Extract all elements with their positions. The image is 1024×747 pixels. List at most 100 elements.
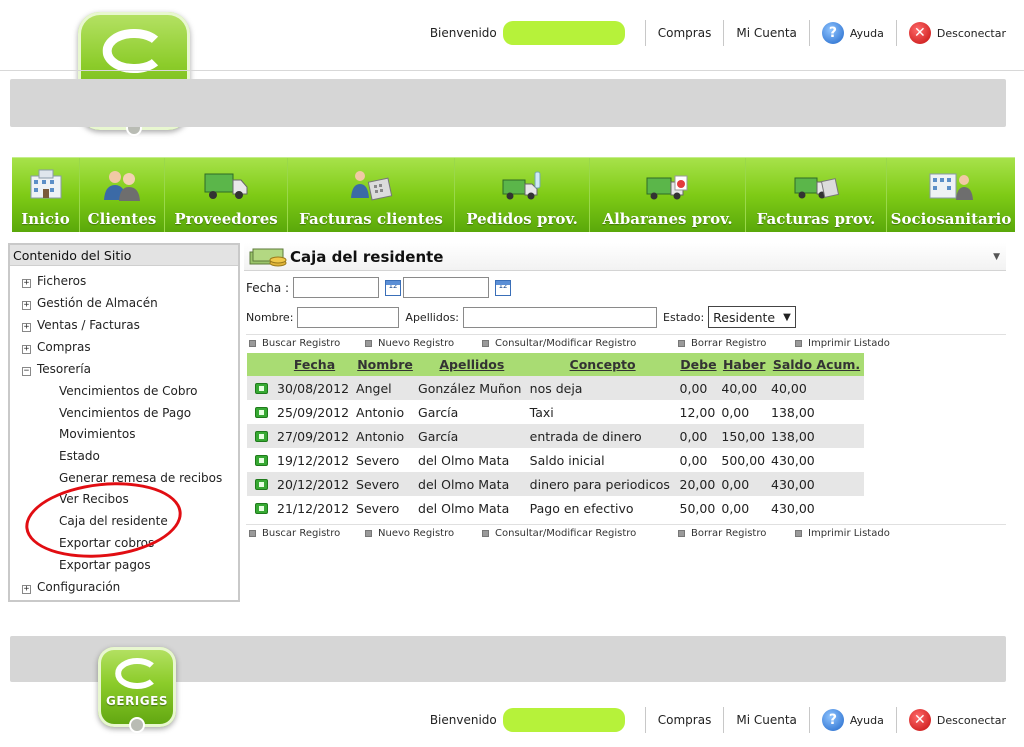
borrar-registro-button[interactable]: Borrar Registro <box>678 528 766 539</box>
table-row[interactable]: 20/12/2012 Severo del Olmo Mata dinero p… <box>247 472 864 496</box>
logout-icon[interactable]: ✕ <box>908 709 931 731</box>
panel-menu-caret[interactable]: ▼ <box>993 252 1000 262</box>
column-header-saldo[interactable]: Saldo Acum. <box>769 353 864 376</box>
sidebar-item-exportar-pagos[interactable]: Exportar pagos <box>59 556 151 574</box>
help-icon[interactable]: ? <box>821 709 844 731</box>
cell-haber: 0,00 <box>721 404 750 420</box>
imprimir-listado-button[interactable]: Imprimir Listado <box>795 338 890 349</box>
sidebar-item-vencimientos-cobro[interactable]: Vencimientos de Cobro <box>59 382 198 400</box>
expand-toggle[interactable]: + <box>22 301 31 310</box>
buscar-registro-button[interactable]: Buscar Registro <box>249 528 340 539</box>
row-select-cell[interactable] <box>247 376 275 400</box>
row-select-cell[interactable] <box>247 472 275 496</box>
truck-bottles-icon <box>502 171 541 200</box>
action-bullet-icon <box>678 530 685 537</box>
sidebar-item-compras[interactable]: + Compras <box>22 338 91 356</box>
mi-cuenta-link[interactable]: Mi Cuenta <box>736 713 797 727</box>
separator <box>723 707 725 733</box>
buscar-registro-button[interactable]: Buscar Registro <box>249 338 340 349</box>
consultar-registro-button[interactable]: Consultar/Modificar Registro <box>482 338 636 349</box>
building-icon <box>30 169 61 199</box>
expand-toggle[interactable]: + <box>22 585 31 594</box>
nav-item-facturas-clientes[interactable]: Facturas clientes <box>288 158 455 232</box>
compras-link[interactable]: Compras <box>658 26 712 40</box>
ayuda-link[interactable]: Ayuda <box>850 27 884 40</box>
sidebar-item-exportar-cobros[interactable]: Exportar cobros <box>59 534 154 552</box>
nuevo-registro-button[interactable]: Nuevo Registro <box>365 528 454 539</box>
sidebar-item-tesoreria[interactable]: − Tesorería <box>22 360 91 378</box>
nav-item-proveedores[interactable]: Proveedores <box>165 158 288 232</box>
fecha-hasta-input[interactable] <box>403 277 490 298</box>
sidebar-item-ventas-facturas[interactable]: + Ventas / Facturas <box>22 316 140 334</box>
expand-toggle[interactable]: + <box>22 345 31 354</box>
cell-saldo: 40,00 <box>769 376 864 400</box>
estado-select[interactable]: Residente ▼ <box>708 306 796 328</box>
sidebar-item-caja-residente[interactable]: Caja del residente <box>59 512 168 530</box>
calendar-icon[interactable]: 12 <box>385 279 402 296</box>
collapse-toggle[interactable]: − <box>22 367 31 376</box>
cell-debe: 0,00 <box>677 376 720 400</box>
cell-nombre: Severo <box>354 472 417 496</box>
sidebar-item-estado[interactable]: Estado <box>59 447 100 465</box>
column-header-fecha[interactable]: Fecha <box>275 353 355 376</box>
table-row[interactable]: 19/12/2012 Severo del Olmo Mata Saldo in… <box>247 448 864 472</box>
nav-label: Facturas clientes <box>299 210 443 228</box>
separator <box>895 20 897 46</box>
nav-item-sociosanitario[interactable]: Sociosanitario <box>887 158 1015 232</box>
row-select-icon[interactable] <box>254 454 268 466</box>
row-select-icon[interactable] <box>254 502 268 514</box>
row-select-icon[interactable] <box>254 478 268 490</box>
sidebar-item-ver-recibos[interactable]: Ver Recibos <box>59 490 129 508</box>
row-select-cell[interactable] <box>247 400 275 424</box>
fecha-desde-input[interactable] <box>293 277 380 298</box>
row-select-icon[interactable] <box>254 382 268 394</box>
desconectar-link[interactable]: Desconectar <box>937 714 1006 727</box>
column-header-haber[interactable]: Haber <box>719 353 769 376</box>
row-select-cell[interactable] <box>247 496 275 520</box>
nombre-input[interactable] <box>297 306 400 328</box>
nav-item-inicio[interactable]: Inicio <box>12 158 80 232</box>
sidebar-item-vencimientos-pago[interactable]: Vencimientos de Pago <box>59 404 191 422</box>
sidebar-item-label: Vencimientos de Pago <box>59 406 192 420</box>
borrar-registro-button[interactable]: Borrar Registro <box>678 338 766 349</box>
sidebar-item-movimientos[interactable]: Movimientos <box>59 425 135 443</box>
compras-link[interactable]: Compras <box>658 713 712 727</box>
row-select-icon[interactable] <box>254 406 268 418</box>
nuevo-registro-button[interactable]: Nuevo Registro <box>365 338 454 349</box>
sidebar-title: Contenido del Sitio <box>10 245 238 266</box>
mi-cuenta-link[interactable]: Mi Cuenta <box>736 26 797 40</box>
sidebar-item-ficheros[interactable]: + Ficheros <box>22 272 86 290</box>
sidebar-item-generar-remesa[interactable]: Generar remesa de recibos <box>59 469 222 487</box>
table-row[interactable]: 27/09/2012 Antonio García entrada de din… <box>247 424 864 448</box>
sidebar-item-configuracion[interactable]: + Configuración <box>22 578 120 596</box>
imprimir-listado-button[interactable]: Imprimir Listado <box>795 528 890 539</box>
consultar-registro-button[interactable]: Consultar/Modificar Registro <box>482 528 636 539</box>
column-header-nombre[interactable]: Nombre <box>354 353 417 376</box>
row-select-cell[interactable] <box>247 448 275 472</box>
sidebar-item-gestion-almacen[interactable]: + Gestión de Almacén <box>22 294 158 312</box>
column-header-apellidos[interactable]: Apellidos <box>416 353 528 376</box>
table-row[interactable]: 21/12/2012 Severo del Olmo Mata Pago en … <box>247 496 864 520</box>
nav-label: Sociosanitario <box>890 210 1012 228</box>
column-header-concepto[interactable]: Concepto <box>527 353 678 376</box>
welcome-area: Bienvenido <box>430 21 625 45</box>
desconectar-link[interactable]: Desconectar <box>937 27 1006 40</box>
nav-item-pedidos-prov[interactable]: Pedidos prov. <box>455 158 590 232</box>
table-row[interactable]: 30/08/2012 Angel González Muñon nos deja… <box>247 376 864 400</box>
nav-item-albaranes-prov[interactable]: Albaranes prov. <box>590 158 746 232</box>
expand-toggle[interactable]: + <box>22 279 31 288</box>
row-select-icon[interactable] <box>254 430 268 442</box>
nav-item-clientes[interactable]: Clientes <box>80 158 165 232</box>
nav-item-facturas-prov[interactable]: Facturas prov. <box>746 158 887 232</box>
logout-icon[interactable]: ✕ <box>908 22 931 44</box>
table-row[interactable]: 25/09/2012 Antonio García Taxi 12,00 0,0… <box>247 400 864 424</box>
geriges-logo-footer[interactable]: GERIGES <box>98 647 176 733</box>
row-select-cell[interactable] <box>247 424 275 448</box>
column-header-debe[interactable]: Debe <box>677 353 720 376</box>
ayuda-link[interactable]: Ayuda <box>850 714 884 727</box>
help-icon[interactable]: ? <box>821 22 844 44</box>
apellidos-input[interactable] <box>463 306 658 328</box>
action-bullet-icon <box>249 530 256 537</box>
expand-toggle[interactable]: + <box>22 323 31 332</box>
calendar-icon[interactable]: 12 <box>495 279 512 296</box>
